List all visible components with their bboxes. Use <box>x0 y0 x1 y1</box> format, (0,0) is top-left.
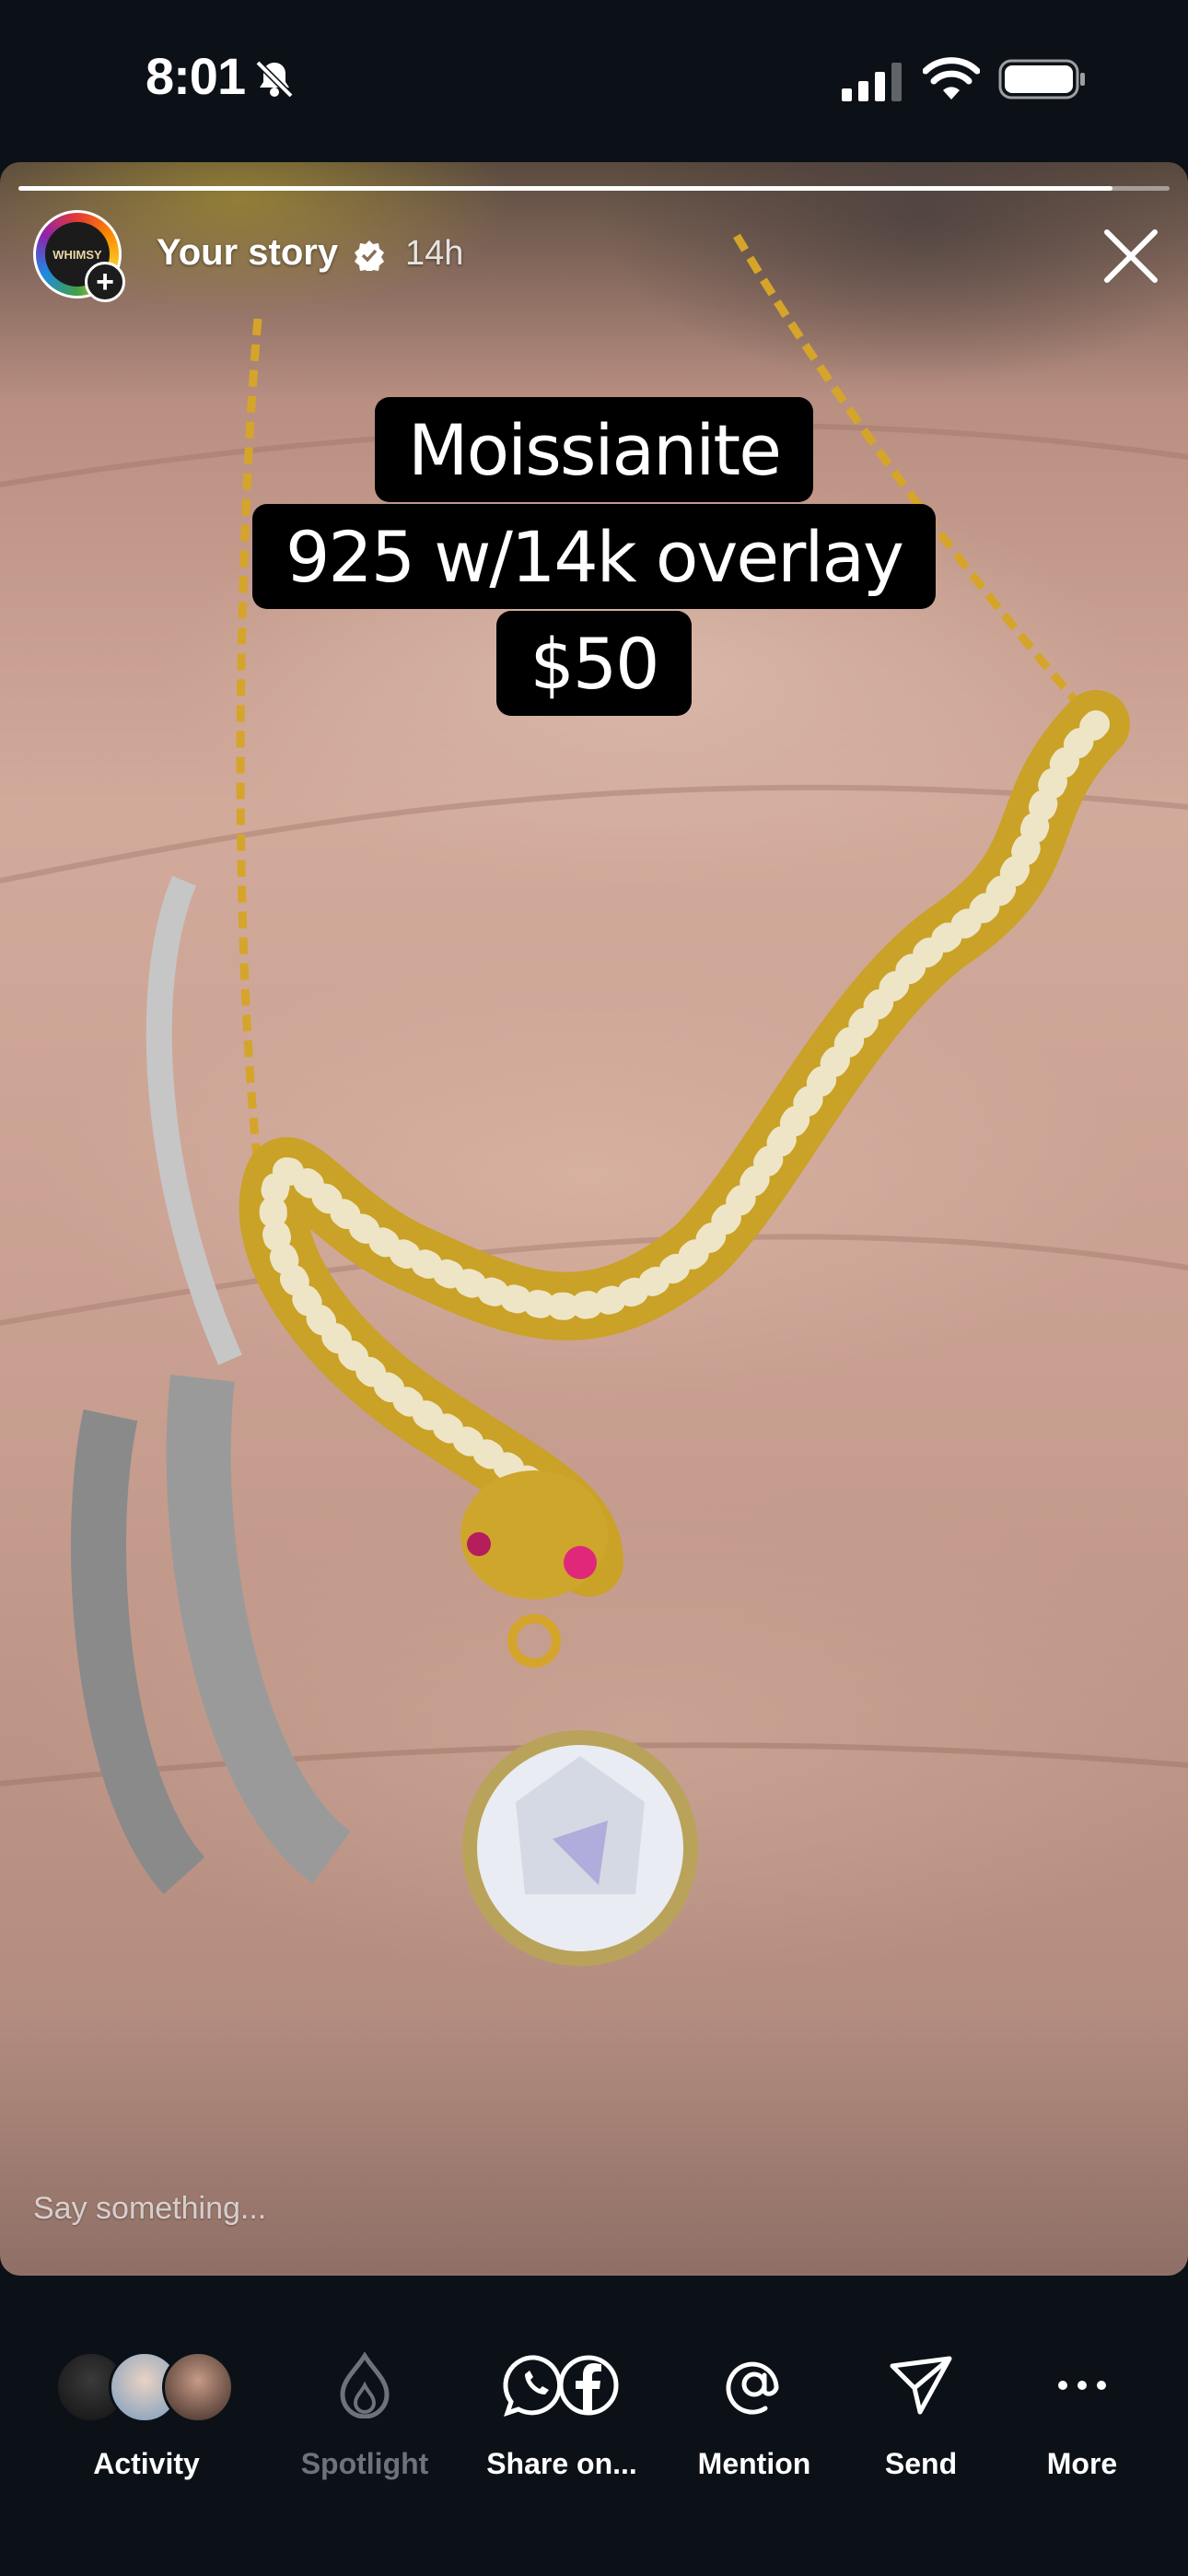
status-time: 8:01 <box>146 47 246 105</box>
bell-slash-icon <box>255 60 294 99</box>
at-sign-icon <box>726 2361 779 2415</box>
more-button[interactable]: More <box>981 2344 1183 2481</box>
story-title[interactable]: Your story <box>157 232 338 274</box>
activity-button[interactable]: Activity <box>45 2344 248 2481</box>
story-viewer[interactable]: WHIMSY + Your story 14h Moissianite 925 … <box>0 162 1188 2276</box>
battery-full-icon <box>998 59 1085 100</box>
activity-label: Activity <box>93 2447 200 2480</box>
ellipsis-icon <box>1058 2381 1106 2390</box>
paper-plane-icon <box>890 2356 952 2415</box>
spotlight-button[interactable]: Spotlight <box>263 2344 466 2481</box>
reply-input[interactable]: Say something... <box>33 2191 266 2227</box>
verified-badge-icon <box>355 240 384 271</box>
spotlight-flame-icon <box>340 2352 390 2418</box>
share-on-button[interactable]: Share on... <box>460 2344 663 2481</box>
story-action-bar: Activity Spotlight Share on... Mention S… <box>0 2276 1188 2576</box>
caption-line-1: Moissianite <box>0 397 1188 502</box>
story-timestamp: 14h <box>405 234 464 273</box>
wifi-icon <box>923 57 980 100</box>
story-progress-fill <box>18 186 1112 191</box>
activity-avatars-icon <box>52 2348 241 2423</box>
status-bar: 8:01 <box>0 0 1188 162</box>
whatsapp-facebook-icon <box>503 2355 619 2417</box>
add-story-plus-icon[interactable]: + <box>85 262 125 302</box>
close-icon[interactable] <box>1101 227 1160 286</box>
spotlight-label: Spotlight <box>300 2447 429 2480</box>
signal-bars-icon <box>842 63 902 101</box>
share-on-label: Share on... <box>486 2447 637 2480</box>
caption-line-3: $50 <box>0 611 1188 716</box>
caption-line-2: 925 w/14k overlay <box>0 504 1188 609</box>
more-label: More <box>1046 2447 1118 2480</box>
story-progress-bar <box>18 186 1170 191</box>
